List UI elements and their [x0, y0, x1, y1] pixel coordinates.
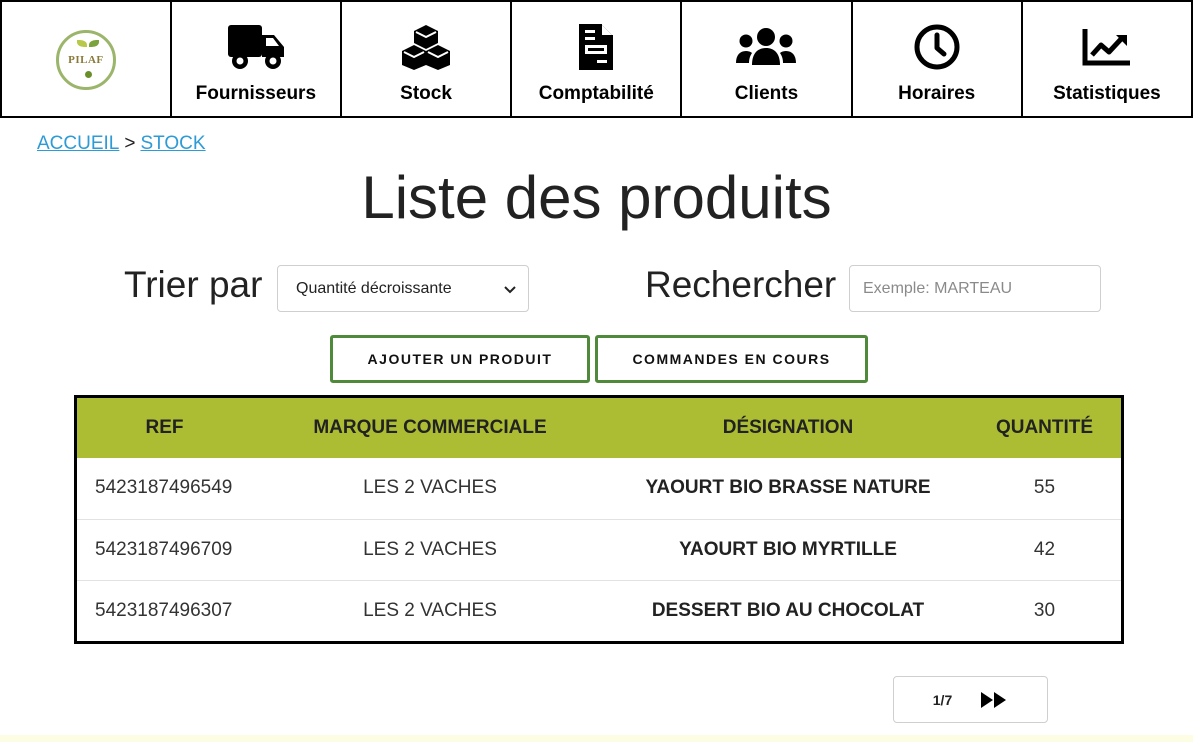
sort-select[interactable]: Quantité décroissante	[277, 265, 529, 312]
breadcrumb-home-link[interactable]: ACCUEIL	[37, 133, 119, 154]
nav-item-stock[interactable]: Stock	[342, 2, 513, 118]
search-label: Rechercher	[645, 264, 837, 305]
table-row[interactable]: 5423187496307 LES 2 VACHES DESSERT BIO A…	[77, 580, 1121, 641]
nav-label: Stock	[400, 83, 452, 104]
table-row[interactable]: 5423187496549 LES 2 VACHES YAOURT BIO BR…	[77, 458, 1121, 519]
nav-item-clients[interactable]: Clients	[682, 2, 853, 118]
cell-ref: 5423187496307	[95, 599, 233, 621]
top-navigation: PILAF Fournisseurs Stock Comptabilité Cl…	[0, 0, 1193, 118]
clock-icon	[913, 20, 961, 74]
cell-quantite: 42	[1033, 538, 1056, 560]
cell-quantite: 30	[1033, 599, 1056, 621]
breadcrumb: ACCUEIL > STOCK	[37, 133, 206, 155]
breadcrumb-separator: >	[124, 133, 136, 154]
logo-link[interactable]: PILAF	[2, 2, 172, 118]
sort-selected-value: Quantité décroissante	[296, 279, 452, 297]
pending-orders-button[interactable]: COMMANDES EN COURS	[595, 335, 868, 383]
cell-ref: 5423187496549	[95, 477, 233, 499]
breadcrumb-stock-link[interactable]: STOCK	[140, 133, 205, 154]
add-product-button[interactable]: AJOUTER UN PRODUIT	[330, 335, 590, 383]
cell-designation: YAOURT BIO BRASSE NATURE	[645, 477, 931, 499]
cell-marque: LES 2 VACHES	[363, 538, 497, 560]
nav-item-comptabilite[interactable]: Comptabilité	[512, 2, 683, 118]
users-icon	[735, 20, 797, 74]
nav-item-statistiques[interactable]: Statistiques	[1023, 2, 1193, 118]
page-indicator: 1/7	[932, 691, 953, 708]
nav-item-fournisseurs[interactable]: Fournisseurs	[172, 2, 342, 118]
products-table: REF MARQUE COMMERCIALE DÉSIGNATION QUANT…	[74, 395, 1124, 644]
cell-marque: LES 2 VACHES	[363, 599, 497, 621]
sort-label: Trier par	[124, 264, 263, 305]
nav-label: Clients	[734, 83, 799, 104]
column-header-ref[interactable]: REF	[77, 398, 252, 458]
pilaf-logo: PILAF	[55, 30, 116, 90]
search-input[interactable]	[849, 265, 1101, 312]
footer-strip	[0, 735, 1193, 742]
chart-line-icon	[1082, 20, 1132, 74]
column-header-quantite[interactable]: QUANTITÉ	[968, 398, 1121, 458]
cell-ref: 5423187496709	[95, 538, 233, 560]
nav-label: Statistiques	[1053, 83, 1161, 104]
nav-item-horaires[interactable]: Horaires	[853, 2, 1023, 118]
cell-quantite: 55	[1033, 477, 1056, 499]
table-header-row: REF MARQUE COMMERCIALE DÉSIGNATION QUANT…	[77, 398, 1121, 458]
table-row[interactable]: 5423187496709 LES 2 VACHES YAOURT BIO MY…	[77, 519, 1121, 580]
column-header-designation[interactable]: DÉSIGNATION	[608, 398, 968, 458]
nav-label: Fournisseurs	[195, 83, 317, 104]
fast-forward-icon[interactable]	[980, 691, 1008, 709]
cell-designation: YAOURT BIO MYRTILLE	[679, 538, 897, 560]
document-icon	[577, 20, 615, 74]
cubes-icon	[401, 20, 451, 74]
truck-icon	[226, 20, 286, 74]
pagination: 1/7	[893, 676, 1048, 723]
page-title: Liste des produits	[361, 164, 832, 231]
logo-text: PILAF	[68, 54, 104, 66]
cell-designation: DESSERT BIO AU CHOCOLAT	[651, 599, 925, 621]
nav-label: Horaires	[898, 83, 976, 104]
chevron-down-icon	[504, 281, 516, 297]
column-header-marque[interactable]: MARQUE COMMERCIALE	[252, 398, 608, 458]
cell-marque: LES 2 VACHES	[363, 477, 497, 499]
nav-label: Comptabilité	[538, 83, 654, 104]
